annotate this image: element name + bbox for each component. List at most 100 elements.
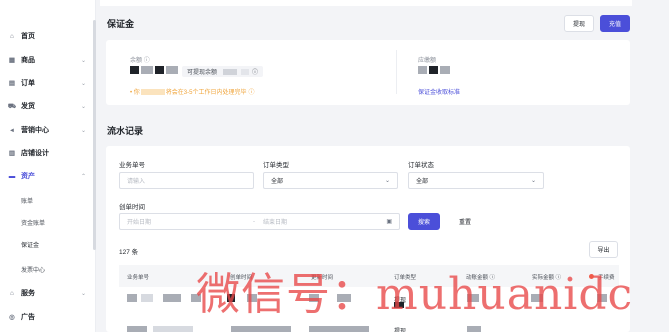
sidebar: ⌂ 首页 ▦ 商品 ⌄ ▤ 订单 ⌄ ⛟ 发货 ⌄ ◂ 营销中心 ⌄ ▥ 店铺设计 ▬ 资产 ⌃ 账单 … [0,0,96,332]
export-button[interactable]: 导出 [589,241,618,258]
order-icon: ▤ [8,80,16,87]
sidebar-subitem-invoice[interactable]: 发票中心 [21,263,45,275]
page-title: 保证金 [107,19,135,29]
divider [396,50,397,94]
due-value-redacted [418,66,427,74]
search-button[interactable]: 搜索 [408,213,440,230]
sidebar-item-label: 订单 [21,80,35,87]
fee-standard-link[interactable]: 保证金收取标准 [418,87,460,96]
chevron-up-icon: ⌃ [80,173,86,180]
order-status-value: 全部 [416,179,429,185]
end-date-placeholder: 结束日期 [263,220,288,226]
due-label: 应缴额 [418,58,437,64]
megaphone-icon: ◂ [10,127,14,134]
section-title: 流水记录 [107,126,144,136]
deposit-summary-card: 余额 ⓘ 可提现余额 ⓘ • 你 将会在3-5个工作日内处理完毕 ⓘ 应缴额 保… [106,40,630,105]
sidebar-item-marketing[interactable]: ◂ 营销中心 ⌄ [8,122,90,138]
cell-redacted [309,326,369,332]
created-time-label: 创单时间 [119,204,145,211]
table-row[interactable]: 提现 [119,322,619,332]
chevron-down-icon: ⌄ [80,80,86,87]
sidebar-subitem-bill[interactable]: 账单 [21,194,33,206]
info-icon: ⓘ [252,70,259,76]
calendar-icon: ▣ [386,219,392,225]
recharge-button[interactable]: 充值 [600,15,630,32]
order-no-input[interactable]: 请输入 [119,172,254,189]
sidebar-item-label: 营销中心 [21,127,49,134]
cell-redacted [127,294,137,302]
sidebar-item-shipping[interactable]: ⛟ 发货 ⌄ [8,98,90,114]
cell-redacted [141,294,153,302]
info-icon: ⓘ [248,90,255,96]
sidebar-item-store-design[interactable]: ▥ 店铺设计 [8,145,90,161]
range-separator-icon: - [253,218,255,225]
cell-redacted [227,294,235,302]
sidebar-subitem-fund-bill[interactable]: 资金账单 [21,216,45,228]
chevron-down-icon: ⌄ [80,127,86,134]
notice-redacted [140,88,165,95]
balance-value-redacted [155,66,164,74]
balance-value-redacted [166,66,178,74]
cell-redacted [337,294,351,302]
column-header-label: 动账金额 [466,275,489,281]
column-header: 动账金额 ⓘ [466,273,495,281]
withdrawable-value-redacted [241,68,250,75]
cell-redacted [247,294,257,302]
sidebar-scrollbar[interactable] [93,20,96,250]
info-icon: ⓘ [143,58,150,64]
sidebar-item-label: 商品 [21,57,35,64]
withdrawable-value-redacted [223,68,238,75]
sidebar-item-assets[interactable]: ▬ 资产 ⌃ [8,168,90,184]
sidebar-item-label: 广告 [21,314,35,321]
home-icon: ⌂ [10,32,14,40]
cell-redacted [153,326,193,332]
order-status-label: 订单状态 [408,162,434,169]
sidebar-item-label: 店铺设计 [21,150,49,157]
table-row[interactable]: 提现 [119,289,619,309]
sidebar-item-ads[interactable]: ◎ 广告 [8,309,90,325]
sidebar-item-label: 发货 [21,103,35,110]
chevron-down-icon: ⌄ [384,178,390,184]
order-status-select[interactable]: 全部 ⌄ [408,172,544,189]
cell-redacted [394,302,404,308]
order-type-value: 全部 [271,179,284,185]
column-header: 实际金额 ⓘ [532,273,561,281]
notice-suffix: 将会在3-5个工作日内处理完毕 [165,90,247,96]
date-range-picker[interactable]: 开始日期 - 结束日期 ▣ [119,213,400,230]
processing-notice: • 你 将会在3-5个工作日内处理完毕 ⓘ [130,87,254,96]
order-type-cell: 提现 [394,329,407,332]
goods-icon: ▦ [8,57,16,64]
start-date-placeholder: 开始日期 [127,220,152,226]
sidebar-item-label: 服务 [21,290,35,297]
sidebar-item-orders[interactable]: ▤ 订单 ⌄ [8,75,90,91]
balance-value-redacted [141,66,153,74]
chevron-down-icon: ⌄ [80,290,86,297]
due-value-redacted [440,66,450,74]
sidebar-item-label: 首页 [21,33,35,40]
sidebar-item-service[interactable]: ⌂ 服务 ⌄ [8,285,90,301]
sidebar-item-home[interactable]: ⌂ 首页 [8,28,90,44]
sidebar-subitem-deposit[interactable]: 保证金 [21,238,39,250]
sidebar-item-goods[interactable]: ▦ 商品 ⌄ [8,52,90,68]
cell-redacted [231,326,291,332]
withdrawable-tag: 可提现余额 ⓘ [182,66,264,77]
page: ⌂ 首页 ▦ 商品 ⌄ ▤ 订单 ⌄ ⛟ 发货 ⌄ ◂ 营销中心 ⌄ ▥ 店铺设计 ▬ 资产 ⌃ 账单 … [0,0,669,332]
column-header: 手续费 [598,275,615,281]
order-type-label: 订单类型 [263,162,289,169]
wallet-icon: ▬ [8,172,16,180]
column-header-label: 实际金额 [532,275,555,281]
balance-label: 余额 ⓘ [130,58,150,64]
cell-redacted [309,294,319,302]
chevron-down-icon: ⌄ [80,57,86,64]
order-type-select[interactable]: 全部 ⌄ [263,172,398,189]
info-icon: ⓘ [489,275,496,281]
reset-button[interactable]: 重置 [449,213,481,230]
truck-icon: ⛟ [7,102,17,110]
store-icon: ▥ [8,150,16,157]
chevron-down-icon: ⌄ [80,103,86,110]
info-icon: ⓘ [555,275,562,281]
column-header: 创单时间 [230,275,253,281]
cell-redacted [467,326,481,332]
withdraw-button[interactable]: 提现 [564,15,594,32]
cell-redacted [127,326,147,332]
